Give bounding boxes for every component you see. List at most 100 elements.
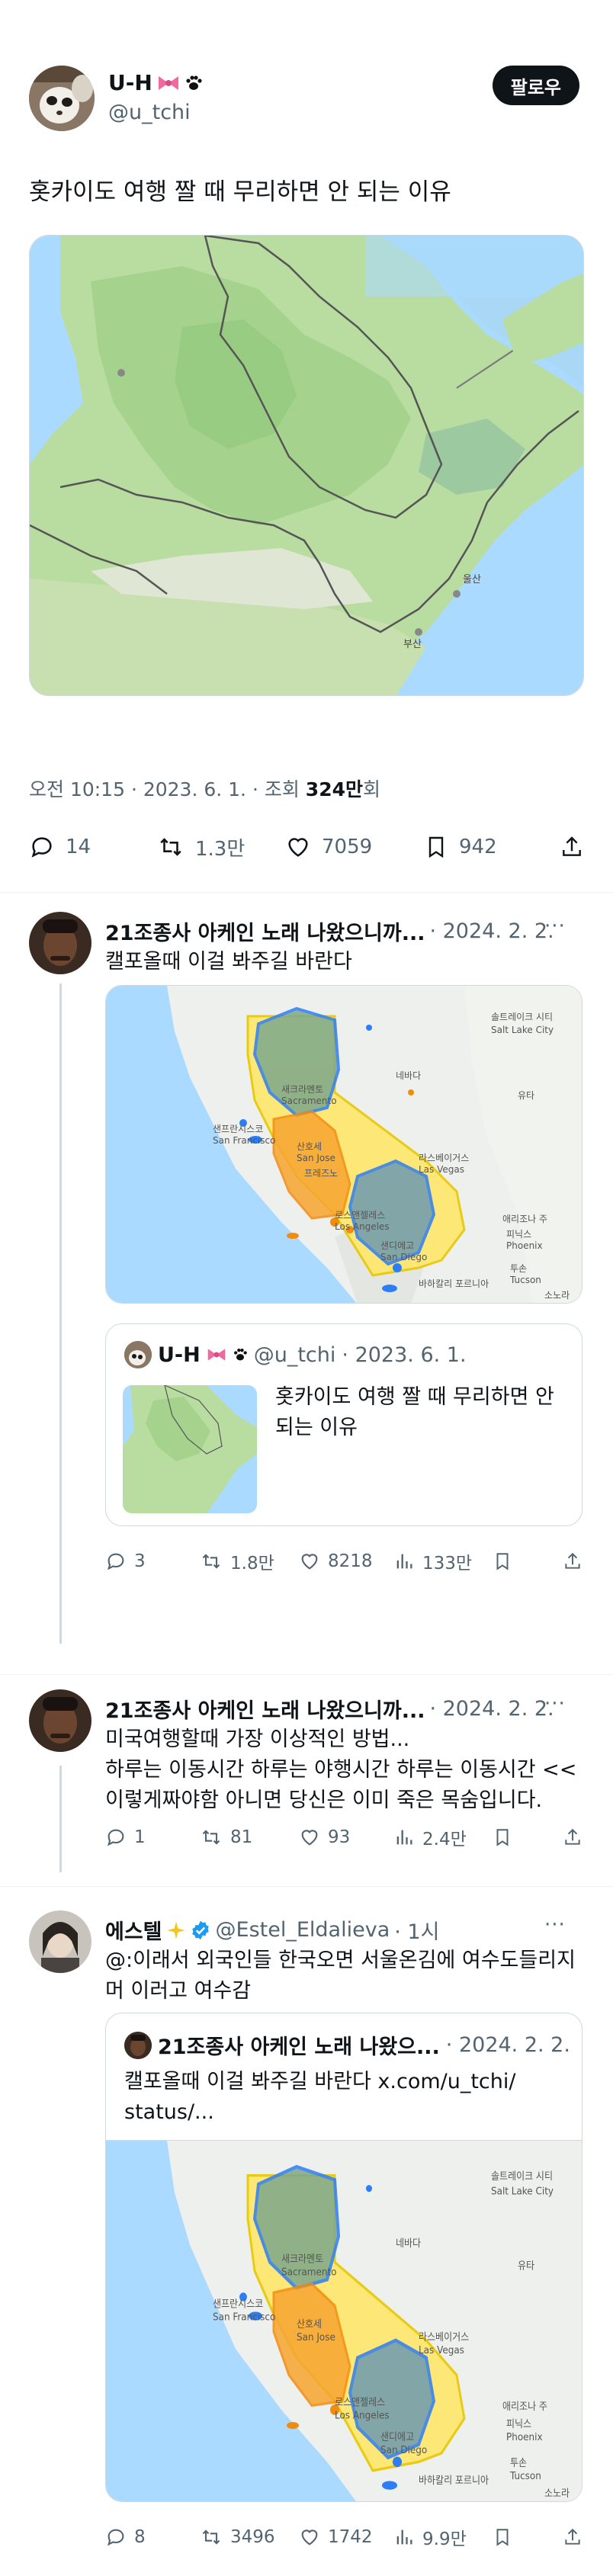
sparkle-icon — [165, 1920, 187, 1941]
map-label-la: 로스앤젤레스 — [335, 2397, 385, 2409]
reply-text-line: 머 이러고 여수감 — [105, 1979, 252, 2003]
follow-button[interactable]: 팔로우 — [492, 66, 579, 105]
reply-text-line: 하루는 이동시간 하루는 야행시간 하루는 이동시간 << — [105, 1758, 577, 1782]
reply-author-name[interactable]: 21조종사 아케인 노래 나왔으니까... — [105, 916, 425, 946]
quote-handle: @u_tchi — [253, 1343, 336, 1367]
share-button[interactable] — [563, 1827, 583, 1848]
divider — [0, 1674, 613, 1675]
like-button[interactable]: 93 — [299, 1827, 393, 1848]
quote-author-name: U-H — [158, 1343, 201, 1367]
bookmark-button[interactable] — [493, 1827, 535, 1848]
paw-icon — [185, 74, 203, 92]
map-label-slc-en: Salt Lake City — [491, 1025, 554, 1035]
reply-author-name[interactable]: 에스텔 — [105, 1915, 162, 1945]
author-name[interactable]: U-H — [108, 70, 152, 95]
tweet-timestamp[interactable]: 오전 10:15 · 2023. 6. 1. · 조회 — [29, 778, 306, 800]
reply-date[interactable]: · 1시 — [394, 1915, 439, 1945]
retweet-button[interactable]: 1.8만 — [200, 1548, 299, 1574]
map-label-tucson: 투손 — [510, 2457, 527, 2469]
map-label-sf: 샌프란시스코 — [213, 1124, 263, 1134]
map-label-lasvegas: 라스베이거스 — [419, 1153, 469, 1163]
bookmark-icon — [493, 1551, 512, 1572]
map-label-sanjose: 산호세 — [297, 2318, 322, 2331]
share-button[interactable] — [563, 2526, 583, 2548]
share-button[interactable] — [563, 1551, 583, 1572]
views-button[interactable]: 9.9만 — [393, 2524, 493, 2550]
bookmark-icon — [493, 2526, 512, 2548]
tweet-image-map[interactable]: 울산 부산 — [29, 235, 584, 696]
bow-icon — [207, 1347, 226, 1362]
bookmark-button[interactable] — [493, 2526, 535, 2548]
map-label-lasvegas: 라스베이거스 — [419, 2331, 469, 2343]
reply-actions: 8 3496 1742 9.9만 — [105, 2522, 583, 2552]
reply-button[interactable]: 8 — [105, 2526, 200, 2548]
reply-button[interactable]: 14 — [29, 834, 157, 860]
view-count-suffix: 회 — [362, 778, 380, 800]
thread-line — [59, 983, 62, 1644]
reply-text-line: 미국여행할때 가장 이상적인 방법... — [105, 1727, 410, 1751]
quote-text-line: 캘포올때 이걸 봐주길 바란다 x.com/u_tchi/ — [124, 2070, 516, 2093]
reply-text-line: 이렇게짜야함 아니면 당신은 이미 죽은 목숨입니다. — [105, 1788, 543, 1812]
like-button[interactable]: 8218 — [299, 1551, 393, 1572]
map-label-sacramento: 새크라멘토 — [281, 2254, 323, 2266]
author-handle[interactable]: @u_tchi — [108, 101, 191, 124]
views-button[interactable]: 133만 — [393, 1548, 493, 1574]
reply-button[interactable]: 3 — [105, 1551, 200, 1572]
tweet-text: 홋카이도 여행 짤 때 무리하면 안 되는 이유 — [29, 178, 451, 206]
quoted-tweet[interactable]: 21조종사 아케인 노래 나왔으... · 2024. 2. 2. 캘포올때 이… — [105, 2013, 583, 2502]
reply-date[interactable]: · 2024. 2. 2. — [429, 919, 554, 943]
retweet-icon — [200, 2526, 223, 2548]
reply-header: 21조종사 아케인 노래 나왔으니까... · 2024. 2. 2. — [105, 1694, 554, 1724]
reply-text: 미국여행할때 가장 이상적인 방법... 하루는 이동시간 하루는 야행시간 하… — [105, 1724, 593, 1816]
bookmark-button[interactable] — [493, 1551, 535, 1572]
quote-text: 캘포올때 이걸 봐주길 바란다 x.com/u_tchi/ status/... — [124, 2067, 566, 2128]
quote-thumbnail — [123, 1385, 257, 1513]
map-label-phoenix: 피닉스 — [506, 2418, 531, 2430]
more-options-icon[interactable]: ··· — [544, 915, 566, 938]
like-button[interactable]: 1742 — [299, 2526, 393, 2548]
avatar[interactable] — [29, 66, 95, 131]
retweet-button[interactable]: 3496 — [200, 2526, 299, 2548]
more-options-icon[interactable]: ··· — [544, 1692, 566, 1715]
heart-icon — [299, 1827, 320, 1848]
map-label-nevada: 네바다 — [396, 1070, 421, 1081]
map-label-lasvegas-en: Las Vegas — [419, 1164, 464, 1175]
quoted-tweet[interactable]: U-H @u_tchi · 2023. 6. 1. 홋카이도 여행 짤 때 무리… — [105, 1323, 583, 1526]
reply-handle[interactable]: @Estel_Eldalieva — [216, 1918, 390, 1942]
bookmark-button[interactable]: 942 — [424, 834, 546, 860]
view-count: 133만 — [422, 1554, 473, 1574]
avatar[interactable] — [29, 1910, 91, 1973]
reply-author-name[interactable]: 21조종사 아케인 노래 나왔으니까... — [105, 1694, 425, 1724]
retweet-button[interactable]: 81 — [200, 1827, 299, 1848]
like-button[interactable]: 7059 — [285, 834, 424, 860]
views-icon — [393, 1551, 415, 1572]
reply-icon — [105, 1827, 127, 1848]
reply-icon — [105, 2526, 127, 2548]
reply-icon — [29, 834, 55, 860]
avatar[interactable] — [29, 1689, 91, 1752]
map-label-lasvegas-en: Las Vegas — [419, 2344, 464, 2356]
retweet-count: 3496 — [230, 2527, 275, 2547]
reply-button[interactable]: 1 — [105, 1827, 200, 1848]
views-icon — [393, 2526, 415, 2548]
map-label-phoenix-en: Phoenix — [506, 1240, 543, 1251]
share-button[interactable] — [560, 834, 584, 860]
map-label-sf: 샌프란시스코 — [213, 2299, 263, 2311]
map-label-sf-en: San Francisco — [213, 2311, 275, 2324]
more-options-icon[interactable]: ··· — [544, 1914, 566, 1936]
bookmark-icon — [424, 834, 448, 860]
map-label-sacramento-en: Sacramento — [281, 2266, 337, 2279]
view-count: 9.9만 — [422, 2529, 467, 2549]
like-count: 93 — [328, 1827, 351, 1847]
reply-count: 3 — [134, 1551, 146, 1571]
views-button[interactable]: 2.4만 — [393, 1824, 493, 1850]
reply-date[interactable]: · 2024. 2. 2. — [429, 1697, 554, 1721]
reply-count: 8 — [134, 2527, 146, 2547]
map-label-sandiego: 샌디에고 — [380, 1240, 414, 1251]
map-label-utah: 유타 — [518, 1090, 534, 1101]
retweet-button[interactable]: 1.3만 — [157, 833, 285, 861]
reply-image-map[interactable]: 솔트레이크 시티 Salt Lake City 네바다 유타 새크라멘토 Sac… — [105, 985, 583, 1304]
map-label-tucson: 투손 — [510, 1263, 527, 1274]
map-label-baja: 바하칼리 포르니아 — [419, 1278, 489, 1289]
avatar[interactable] — [29, 912, 91, 974]
